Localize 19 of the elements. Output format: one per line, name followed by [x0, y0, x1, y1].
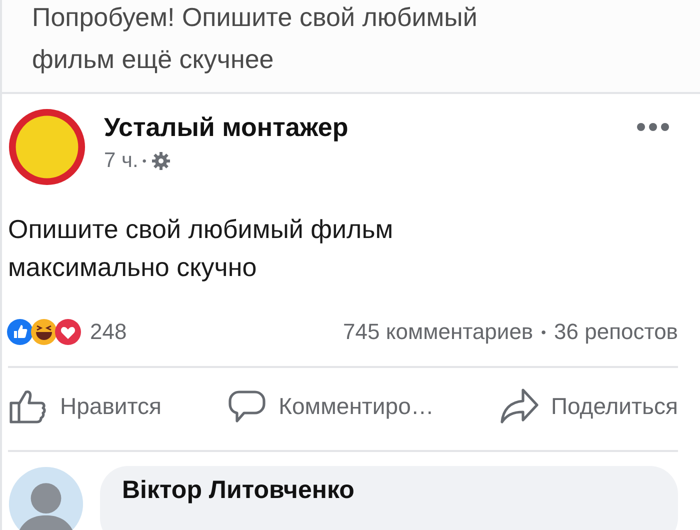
comment-count[interactable]: 745 комментариев	[343, 319, 534, 345]
post-text: Опишите свой любимый фильм максимально скучно	[8, 213, 394, 284]
separator-dot: •	[142, 154, 146, 168]
avatar[interactable]	[8, 108, 86, 186]
settings-icon	[150, 151, 170, 171]
post-text: Попробуем! Опишите свой любимый фильм ещё скучнее	[31, 1, 478, 76]
more-options-icon[interactable]	[636, 122, 670, 132]
like-button[interactable]: Нравится	[8, 382, 162, 430]
author-name[interactable]: Усталый монтажер	[104, 112, 636, 143]
share-button[interactable]: Поделиться	[498, 382, 678, 430]
comment-button[interactable]: Комментиро…	[226, 382, 434, 430]
post-time[interactable]: 7 ч.	[104, 149, 138, 173]
separator-dot: •	[541, 324, 546, 340]
share-count[interactable]: 36 репостов	[554, 319, 678, 345]
avatar[interactable]	[8, 466, 84, 530]
comment-author[interactable]: Віктор Литовченко	[122, 476, 656, 505]
reaction-icons[interactable]	[6, 318, 82, 346]
share-arrow-icon	[498, 386, 539, 426]
reaction-count[interactable]: 248	[90, 319, 127, 345]
